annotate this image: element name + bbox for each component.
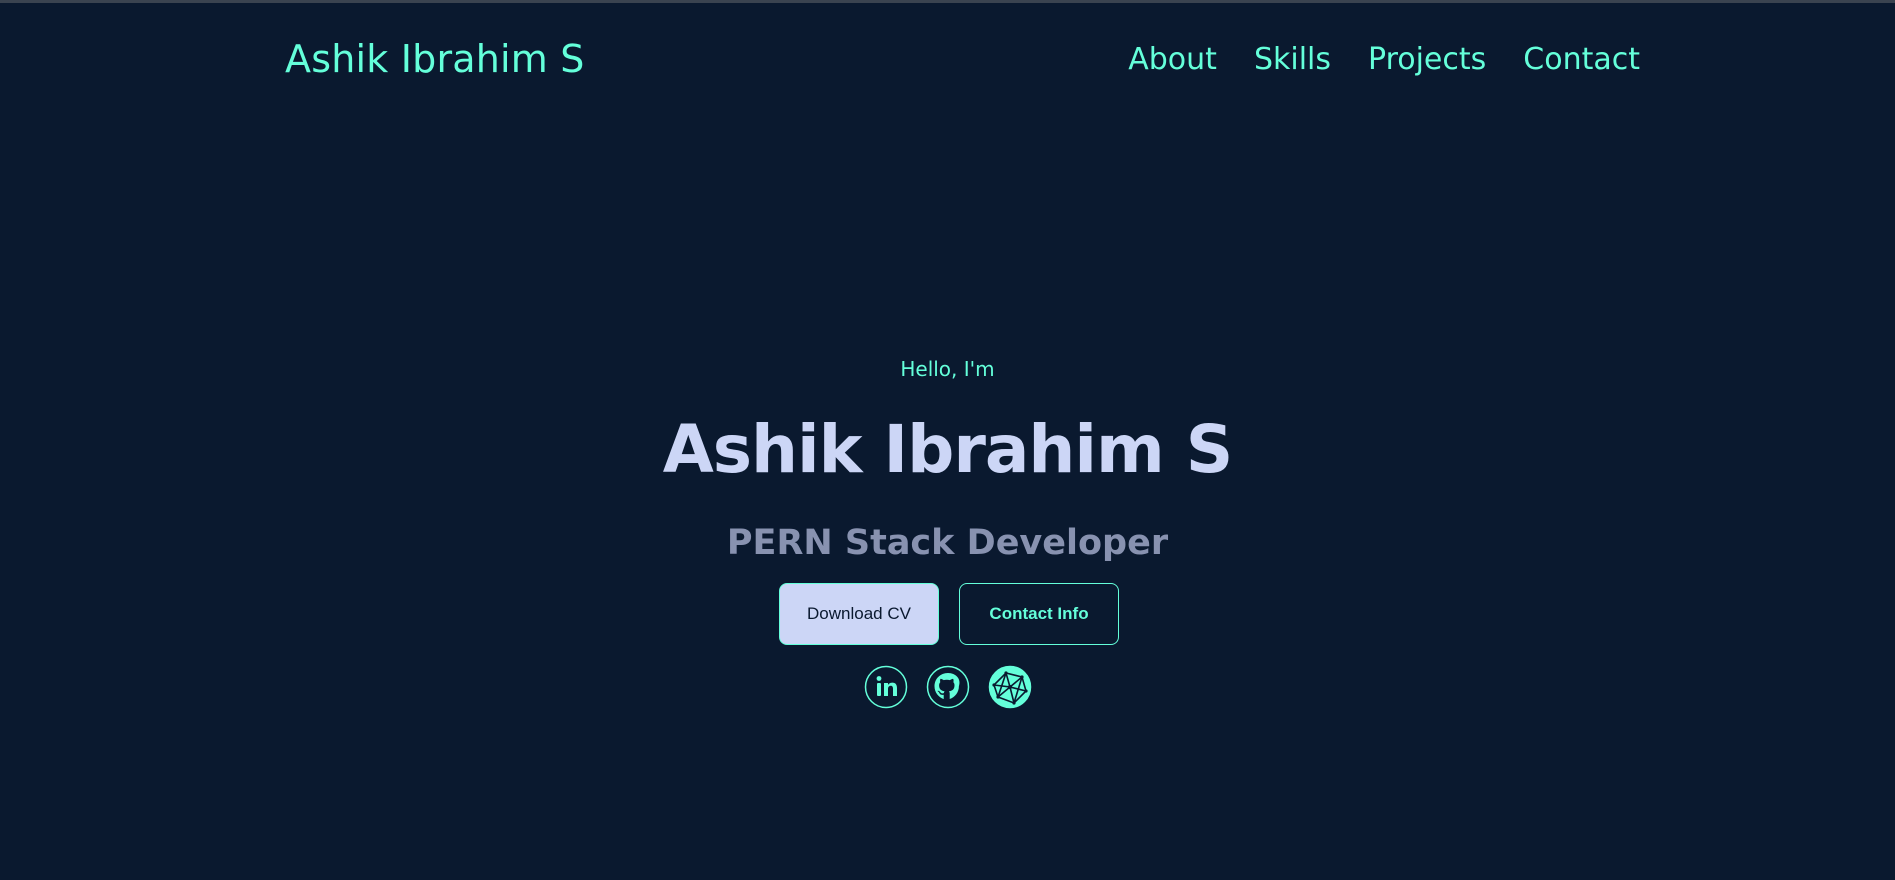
main-nav: About Skills Projects Contact [1100,38,1640,82]
nav-item-contact: Contact [1523,38,1640,82]
nav-item-skills: Skills [1254,38,1331,82]
nav-item-projects: Projects [1368,38,1486,82]
github-icon [926,665,970,709]
website-link[interactable] [988,665,1032,709]
nav-link-skills[interactable]: Skills [1254,42,1331,77]
portfolio-page: Ashik Ibrahim S About Skills Projects Co… [0,0,1895,880]
brand-logo[interactable]: Ashik Ibrahim S [285,34,585,84]
nav-link-about[interactable]: About [1128,42,1217,77]
hero-greeting: Hello, I'm [900,357,995,381]
download-cv-button[interactable]: Download CV [779,583,939,645]
linkedin-icon [864,665,908,709]
contact-info-button[interactable]: Contact Info [959,583,1119,645]
github-link[interactable] [926,665,970,709]
top-border [0,0,1895,3]
website-icon [988,665,1032,709]
hero-role: PERN Stack Developer [726,523,1169,563]
linkedin-link[interactable] [864,665,908,709]
nav-link-projects[interactable]: Projects [1368,42,1486,77]
hero-name: Ashik Ibrahim S [662,411,1234,488]
nav-link-contact[interactable]: Contact [1523,42,1640,77]
nav-item-about: About [1128,38,1217,82]
